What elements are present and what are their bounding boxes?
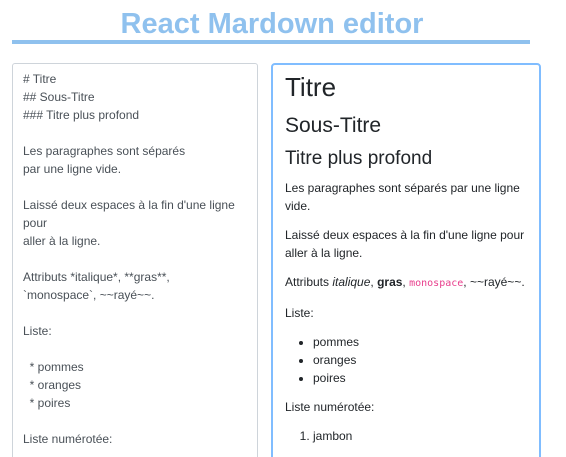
markdown-editor-textarea[interactable]: # Titre ## Sous-Titre ### Titre plus pro…: [12, 63, 258, 457]
list-item: poires: [313, 369, 527, 387]
editor-line: * poires: [23, 396, 71, 410]
editor-line: Les paragraphes sont séparés: [23, 144, 186, 158]
list-item: pommes: [313, 333, 527, 351]
editor-line: * oranges: [23, 378, 82, 392]
italic-text: italique: [332, 275, 371, 289]
editor-line: ### Titre plus profond: [23, 108, 140, 122]
editor-line: * pommes: [23, 360, 84, 374]
editor-line: Liste numérotée:: [23, 432, 113, 446]
attributes-suffix: , ~~rayé~~.: [463, 275, 525, 289]
editor-line: `monospace`, ~~rayé~~.: [23, 288, 155, 302]
preview-list-label: Liste:: [285, 306, 314, 320]
editor-line: Laissé deux espaces à la fin d'une ligne: [23, 198, 235, 212]
attributes-prefix: Attributs: [285, 275, 333, 289]
ordered-list-item: jambon: [313, 427, 527, 445]
editor-line: Attributs *italique*, **gras**,: [23, 270, 170, 284]
preview-heading-1: Titre: [285, 72, 337, 102]
editor-line: # Titre: [23, 72, 57, 86]
preview-ordered-list-label: Liste numérotée:: [285, 400, 375, 414]
list-item: oranges: [313, 351, 527, 369]
bold-text: gras: [377, 275, 403, 289]
editor-line: par une ligne vide.: [23, 162, 122, 176]
editor-line: pour: [23, 216, 48, 230]
editor-line: aller à la ligne.: [23, 234, 101, 248]
title-underline: [12, 40, 530, 44]
preview-paragraph: Les paragraphes sont séparés par une lig…: [285, 181, 520, 213]
editor-line: Liste:: [23, 324, 52, 338]
monospace-text: monospace: [409, 278, 464, 289]
preview-heading-3: Titre plus profond: [285, 148, 433, 169]
app-title: React Mardown editor: [120, 8, 424, 40]
preview-heading-2: Sous-Titre: [285, 114, 382, 137]
app-root: React Mardown editor # Titre ## Sous-Tit…: [0, 0, 566, 457]
markdown-preview-pane: Titre Sous-Titre Titre plus profond Les …: [271, 63, 541, 457]
preview-attributes-paragraph: Attributs italique, gras, monospace, ~~r…: [285, 273, 527, 293]
editor-line: ## Sous-Titre: [23, 90, 95, 104]
preview-paragraph-linebreak: Laissé deux espaces à la fin d'une ligne…: [285, 228, 525, 260]
preview-ordered-list: jambon: [285, 427, 527, 445]
preview-bullet-list: pommes oranges poires: [285, 333, 527, 387]
